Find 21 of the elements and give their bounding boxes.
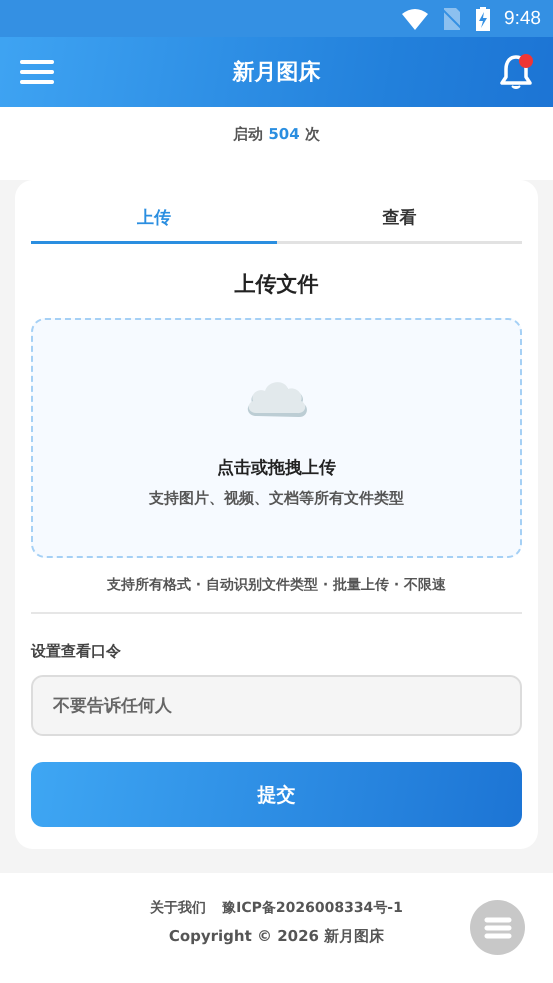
drop-title: 点击或拖拽上传	[217, 457, 336, 479]
tab[interactable]: 查看	[276, 194, 522, 244]
launch-count: 启动 504 次	[233, 125, 320, 145]
password-label: 设置查看口令	[31, 642, 122, 661]
wifi-icon	[402, 8, 428, 30]
copyright-text: Copyright © 2026 新月图床	[168, 927, 384, 946]
footer-link[interactable]: 豫ICP备2026008334号-1	[222, 899, 403, 917]
no-sim-icon	[442, 8, 462, 30]
section-title: 上传文件	[234, 271, 320, 298]
password-field[interactable]: 不要告诉任何人	[31, 675, 522, 736]
menu-button[interactable]	[20, 60, 54, 84]
footer-link[interactable]: 关于我们	[150, 899, 206, 917]
features-text: 支持所有格式 · 自动识别文件类型 · 批量上传 · 不限速	[106, 576, 448, 594]
upload-drop-zone[interactable]: 点击或拖拽上传 支持图片、视频、文档等所有文件类型	[31, 318, 522, 558]
menu-icon	[484, 916, 512, 938]
drop-hint: 支持图片、视频、文档等所有文件类型	[149, 489, 404, 508]
app-title: 新月图床	[232, 59, 320, 87]
submit-button[interactable]: 提交	[31, 762, 522, 827]
notification-button[interactable]	[499, 54, 533, 90]
battery-charging-icon	[476, 6, 490, 30]
status-time: 9:48	[504, 8, 541, 30]
